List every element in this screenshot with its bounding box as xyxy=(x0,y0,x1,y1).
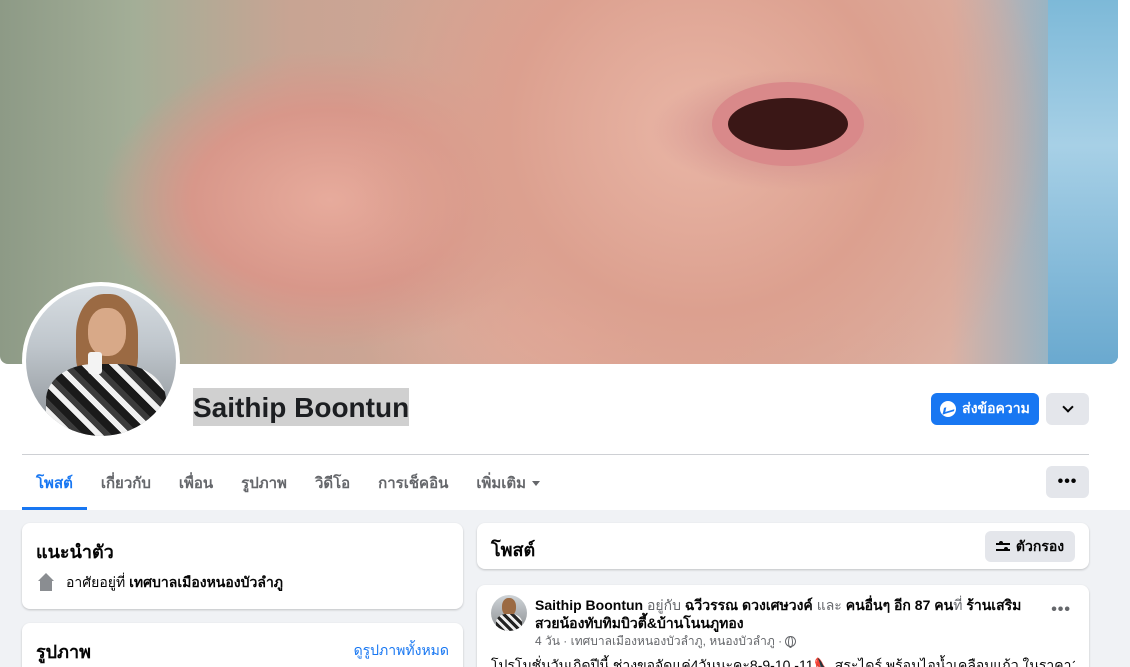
tagged-person[interactable]: ฉวีวรรณ ดวงเศษวงค์ xyxy=(685,597,813,613)
tab-label: เพิ่มเติม xyxy=(476,475,527,492)
filter-button[interactable]: ตัวกรอง xyxy=(985,531,1075,562)
intro-title: แนะนำตัว xyxy=(36,542,114,562)
avatar xyxy=(26,286,176,436)
globe-icon xyxy=(785,636,797,648)
more-dots-icon: ••• xyxy=(1057,473,1078,490)
cover-photo-blanket xyxy=(1048,0,1118,364)
see-all-photos-link[interactable]: ดูรูปภาพทั้งหมด xyxy=(354,640,449,662)
photos-card: รูปภาพ ดูรูปภาพทั้งหมด xyxy=(22,623,463,667)
more-dots-button[interactable]: ••• xyxy=(1046,466,1089,498)
profile-options-button[interactable] xyxy=(1046,393,1089,425)
profile-name: Saithip Boontun xyxy=(193,388,410,426)
avatar-face xyxy=(88,308,126,356)
post-header: Saithip Boontun อยู่กับ ฉวีวรรณ ดวงเศษวง… xyxy=(535,596,1025,632)
chevron-down-icon xyxy=(1061,401,1074,413)
tab-check-ins[interactable]: การเช็คอิน xyxy=(364,456,462,510)
intro-card: แนะนำตัว อาศัยอยู่ที่ เทศบาลเมืองหนองบัว… xyxy=(22,523,463,609)
profile-header: Saithip Boontun ส่งข้อความ โพสต์ เกี่ยวก… xyxy=(0,0,1130,510)
more-dots-icon: ••• xyxy=(1051,601,1071,618)
tab-label: รูปภาพ xyxy=(241,475,287,492)
filter-label: ตัวกรอง xyxy=(1015,537,1065,554)
send-message-label: ส่งข้อความ xyxy=(962,400,1030,416)
send-message-button[interactable]: ส่งข้อความ xyxy=(931,393,1039,425)
filter-icon xyxy=(995,540,1010,553)
tab-label: เกี่ยวกับ xyxy=(100,475,151,492)
home-icon xyxy=(36,573,56,593)
tab-photos[interactable]: รูปภาพ xyxy=(227,456,301,510)
post-card: Saithip Boontun อยู่กับ ฉวีวรรณ ดวงเศษวง… xyxy=(477,585,1089,667)
profile-tabs: โพสต์ เกี่ยวกับ เพื่อน รูปภาพ วิดีโอ การ… xyxy=(22,456,554,510)
lives-in-text: อาศัยอยู่ที่ เทศบาลเมืองหนองบัวลำภู xyxy=(66,572,283,594)
post-text: โปรโมชั่นวันเกิดปีนี้ ช่างขอจัดแค่4วันนะ… xyxy=(491,657,1075,667)
others-count[interactable]: คนอื่นๆ อีก 87 คน xyxy=(846,597,954,613)
post-meta: 4 วัน · เทศบาลเมืองหนองบัวลำภู, หนองบัวล… xyxy=(535,632,797,651)
cover-photo-detail xyxy=(728,98,848,150)
tab-videos[interactable]: วิดีโอ xyxy=(301,456,364,510)
photos-title: รูปภาพ xyxy=(36,642,91,662)
at-word: ที่ xyxy=(953,597,963,613)
tab-more[interactable]: เพิ่มเติม xyxy=(462,456,554,510)
posts-header-card: โพสต์ ตัวกรอง xyxy=(477,523,1089,569)
caret-down-icon xyxy=(532,480,541,486)
tab-label: โพสต์ xyxy=(36,475,73,492)
tab-label: เพื่อน xyxy=(178,475,214,492)
avatar-shirt xyxy=(46,364,166,436)
lives-in-prefix: อาศัยอยู่ที่ xyxy=(66,574,126,590)
messenger-icon xyxy=(940,401,957,417)
tab-posts[interactable]: โพสต์ xyxy=(22,456,87,510)
post-author-avatar[interactable] xyxy=(491,595,527,631)
lives-in-row: อาศัยอยู่ที่ เทศบาลเมืองหนองบัวลำภู xyxy=(36,572,283,594)
post-meta-text[interactable]: 4 วัน · เทศบาลเมืองหนองบัวลำภู, หนองบัวล… xyxy=(535,632,782,651)
tab-label: วิดีโอ xyxy=(314,475,351,492)
tab-friends[interactable]: เพื่อน xyxy=(165,456,227,510)
tab-about[interactable]: เกี่ยวกับ xyxy=(87,456,165,510)
divider xyxy=(22,454,1089,455)
post-author[interactable]: Saithip Boontun xyxy=(535,597,643,613)
post-options-button[interactable]: ••• xyxy=(1051,601,1071,619)
and-word: และ xyxy=(816,597,842,613)
tab-label: การเช็คอิน xyxy=(378,475,449,492)
posts-title: โพสต์ xyxy=(491,540,536,560)
lives-in-place[interactable]: เทศบาลเมืองหนองบัวลำภู xyxy=(129,574,283,590)
cover-photo[interactable] xyxy=(0,0,1118,364)
with-word: อยู่กับ xyxy=(646,597,681,613)
profile-picture[interactable] xyxy=(22,282,180,440)
avatar-phone xyxy=(88,352,102,374)
